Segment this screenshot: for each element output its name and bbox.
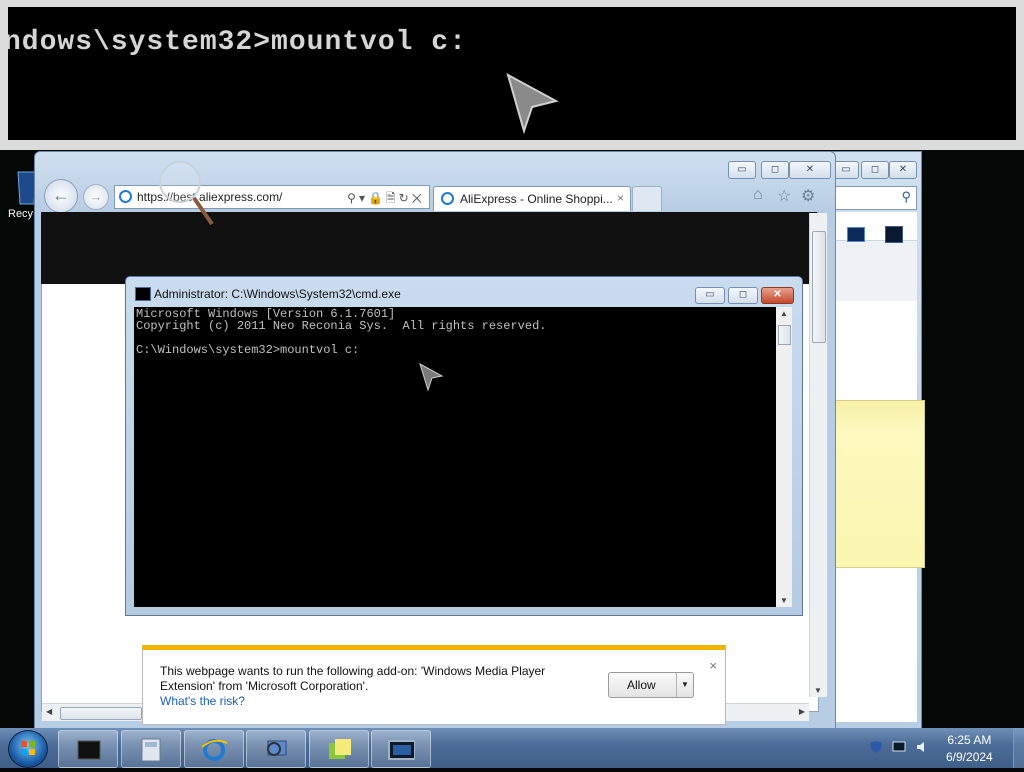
allow-dropdown-icon[interactable]: ▼ xyxy=(676,673,693,697)
clock[interactable]: 6:25 AM 6/9/2024 xyxy=(946,732,993,766)
cmd-maximize-button[interactable]: ◻ xyxy=(728,287,758,304)
cmd-minimize-button[interactable]: ▭ xyxy=(695,287,725,304)
taskbar-item-media-player[interactable] xyxy=(58,730,118,768)
back-button[interactable]: ← xyxy=(44,179,78,213)
mouse-cursor-icon xyxy=(419,362,444,392)
horizontal-scrollbar-thumb[interactable] xyxy=(60,707,142,720)
notification-close-icon[interactable]: × xyxy=(709,658,717,673)
cmd-scrollbar-thumb[interactable] xyxy=(778,325,791,345)
vertical-scrollbar-thumb[interactable] xyxy=(812,231,826,343)
allow-button[interactable]: Allow ▼ xyxy=(608,672,694,698)
app-icon[interactable] xyxy=(885,226,903,243)
ie-page-icon xyxy=(119,190,132,203)
network-icon[interactable] xyxy=(892,740,906,754)
calculator-icon xyxy=(141,738,161,761)
browser-minimize-button[interactable]: ▭ xyxy=(728,161,756,179)
taskbar-item-remote-desktop[interactable] xyxy=(371,730,431,768)
show-desktop-button[interactable] xyxy=(1013,728,1024,768)
address-tools-icons[interactable]: ⚲▾🔒🗎↻✕ xyxy=(347,189,425,210)
remote-desktop-icon xyxy=(388,740,415,760)
tab-title[interactable]: AliExpress - Online Shoppi... xyxy=(460,192,613,206)
vertical-scrollbar[interactable]: ▼ xyxy=(809,213,827,697)
media-icon[interactable] xyxy=(847,227,865,242)
start-button[interactable] xyxy=(8,730,48,768)
internet-explorer-icon xyxy=(201,739,228,761)
cmd-window[interactable]: Administrator: C:\Windows\System32\cmd.e… xyxy=(125,276,803,616)
sticky-note[interactable] xyxy=(834,400,925,568)
search-icon[interactable]: ⚲ xyxy=(901,189,911,205)
windows-logo-icon xyxy=(21,741,35,755)
browser-maximize-button[interactable]: ◻ xyxy=(761,161,789,179)
home-icon[interactable]: ⌂ xyxy=(753,186,763,204)
tab-ie-icon xyxy=(441,192,454,205)
tab-close-icon[interactable]: × xyxy=(617,191,624,205)
taskbar-item-internet-explorer[interactable] xyxy=(184,730,244,768)
bg-window-restore-button[interactable]: ◻ xyxy=(861,161,889,179)
sticky-notes-icon xyxy=(329,739,351,759)
scroll-right-icon[interactable]: ▶ xyxy=(799,707,805,716)
media-player-icon xyxy=(77,740,101,760)
scroll-down-icon[interactable]: ▼ xyxy=(780,596,788,605)
taskbar-item-search[interactable] xyxy=(246,730,306,768)
console-line: C:\Windows\system32>mountvol c: xyxy=(136,343,360,357)
notification-message: This webpage wants to run the following … xyxy=(160,664,546,693)
cmd-close-button[interactable]: ✕ xyxy=(761,287,794,304)
forward-arrow-icon: → xyxy=(89,189,103,204)
cmd-title: Administrator: C:\Windows\System32\cmd.e… xyxy=(154,287,401,301)
scroll-left-icon[interactable]: ◀ xyxy=(46,707,52,716)
bg-window-maximize-button[interactable]: ▭ xyxy=(833,161,859,179)
clock-date: 6/9/2024 xyxy=(946,750,993,764)
magnifier-text: ndows\system32>mountvol c: xyxy=(8,27,467,58)
recycle-bin-label[interactable]: Recy xyxy=(8,208,33,220)
scroll-down-icon[interactable]: ▼ xyxy=(814,686,822,695)
bg-window-search-field[interactable]: ⚲ xyxy=(835,186,917,210)
addon-notification-bar: This webpage wants to run the following … xyxy=(142,645,726,725)
taskbar-item-calculator[interactable] xyxy=(121,730,181,768)
clock-time: 6:25 AM xyxy=(947,733,992,747)
whats-the-risk-link[interactable]: What's the risk? xyxy=(160,694,245,708)
search-computer-icon xyxy=(267,740,287,756)
cmd-icon xyxy=(135,287,151,301)
magnified-cursor-icon xyxy=(506,72,559,135)
magnifier-lens-icon[interactable] xyxy=(156,158,218,228)
settings-gear-icon[interactable]: ⚙ xyxy=(801,186,815,206)
favorites-star-icon[interactable]: ☆ xyxy=(777,186,791,206)
scroll-up-icon[interactable]: ▲ xyxy=(780,309,788,318)
magnifier-window: ndows\system32>mountvol c: xyxy=(0,0,1024,150)
forward-button[interactable]: → xyxy=(83,184,109,210)
allow-label[interactable]: Allow xyxy=(627,678,656,692)
browser-close-button[interactable]: ✕ xyxy=(789,161,831,179)
cmd-scrollbar[interactable]: ▲ ▼ xyxy=(776,307,792,607)
new-tab-button[interactable] xyxy=(632,186,662,211)
back-arrow-icon: ← xyxy=(52,185,70,205)
bg-window-close-button[interactable]: ✕ xyxy=(889,161,917,179)
console-line: Copyright (c) 2011 Neo Reconia Sys. All … xyxy=(136,319,547,333)
tab-aliexpress[interactable]: AliExpress - Online Shoppi... × xyxy=(433,186,631,211)
volume-icon[interactable] xyxy=(915,740,929,754)
taskbar-item-sticky-notes[interactable] xyxy=(309,730,369,768)
security-shield-icon[interactable] xyxy=(869,740,883,754)
cmd-console[interactable]: Microsoft Windows [Version 6.1.7601] Cop… xyxy=(134,307,776,607)
